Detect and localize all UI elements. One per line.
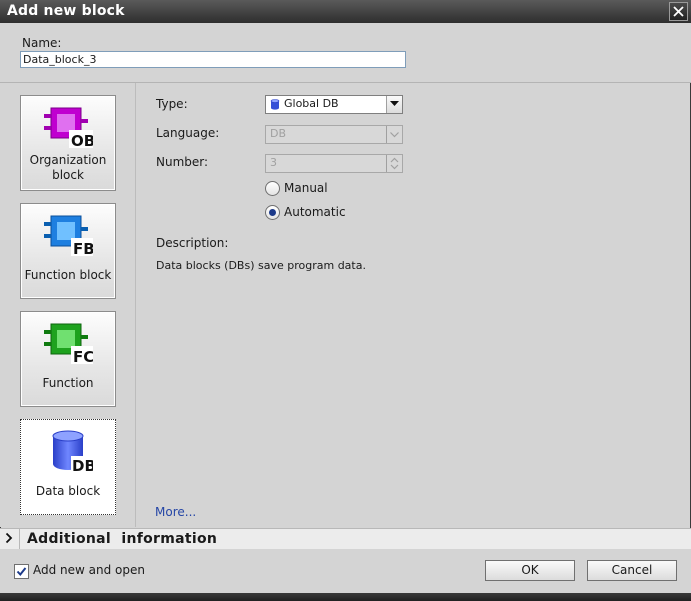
- chevron-down-icon: [390, 101, 399, 106]
- description-label: Description:: [156, 236, 229, 250]
- language-dropdown-arrow[interactable]: [386, 126, 402, 143]
- additional-information-expander[interactable]: Additional information: [0, 528, 691, 550]
- data-block-label: Data block: [35, 484, 101, 498]
- function-block-label: Function block: [24, 268, 112, 282]
- language-dropdown[interactable]: DB: [265, 125, 403, 144]
- organization-block-icon: OB: [44, 107, 93, 150]
- ok-button[interactable]: OK: [485, 560, 575, 581]
- language-label: Language:: [156, 126, 220, 140]
- manual-radio-label: Manual: [284, 181, 328, 195]
- data-block-icon: DB: [52, 430, 93, 474]
- data-block-button[interactable]: DB Data block: [20, 419, 116, 515]
- title-bar: Add new block: [0, 0, 691, 23]
- number-label: Number:: [156, 155, 209, 169]
- number-stepper-arrows[interactable]: [386, 155, 402, 172]
- block-properties-panel: Type: Global DB Language: DB Number: 3 M…: [136, 83, 691, 527]
- function-block-button[interactable]: FB Function block: [20, 203, 116, 299]
- dialog-footer: Add new and open OK Cancel: [0, 549, 691, 593]
- window-title: Add new block: [7, 3, 125, 19]
- manual-radio-dot[interactable]: [265, 181, 280, 196]
- window-bottom-border: [0, 593, 691, 601]
- automatic-radio-label: Automatic: [284, 205, 346, 219]
- svg-text:DB: DB: [72, 457, 93, 474]
- type-dropdown-arrow[interactable]: [386, 96, 402, 113]
- svg-text:FC: FC: [73, 348, 93, 366]
- chevron-right-icon: [5, 532, 13, 544]
- type-label: Type:: [156, 97, 188, 111]
- type-value: Global DB: [284, 97, 339, 110]
- function-label: Function: [42, 376, 94, 390]
- additional-information-label: Additional information: [27, 531, 218, 547]
- cancel-button[interactable]: Cancel: [587, 560, 677, 581]
- function-block-icon: FB: [44, 215, 93, 258]
- more-link[interactable]: More...: [155, 505, 196, 519]
- name-section: Name: Data_block_3: [0, 23, 691, 83]
- number-value: 3: [270, 156, 277, 169]
- function-button[interactable]: FC Function: [20, 311, 116, 407]
- organization-block-button[interactable]: OB Organization block: [20, 95, 116, 191]
- description-text: Data blocks (DBs) save program data.: [156, 259, 366, 272]
- svg-text:FB: FB: [73, 240, 93, 258]
- global-db-icon: [270, 99, 280, 110]
- chevron-down-icon: [390, 132, 399, 138]
- automatic-radio-dot[interactable]: [265, 205, 280, 220]
- add-new-and-open-checkbox[interactable]: [14, 564, 29, 579]
- name-label: Name:: [22, 36, 62, 50]
- name-input[interactable]: Data_block_3: [20, 51, 406, 68]
- svg-text:OB: OB: [71, 132, 93, 150]
- language-value: DB: [270, 127, 287, 140]
- checkmark-icon: [16, 567, 27, 577]
- organization-block-label: Organization block: [29, 153, 107, 182]
- close-button[interactable]: [669, 2, 688, 21]
- expander-divider: [19, 529, 20, 549]
- spin-arrows-icon: [390, 157, 399, 170]
- block-type-panel: OB Organization block FB Function block F…: [0, 83, 136, 527]
- function-icon: FC: [44, 323, 93, 366]
- number-stepper[interactable]: 3: [265, 154, 403, 173]
- add-new-and-open-label: Add new and open: [33, 563, 146, 577]
- type-dropdown[interactable]: Global DB: [265, 95, 403, 114]
- close-icon: [673, 6, 684, 17]
